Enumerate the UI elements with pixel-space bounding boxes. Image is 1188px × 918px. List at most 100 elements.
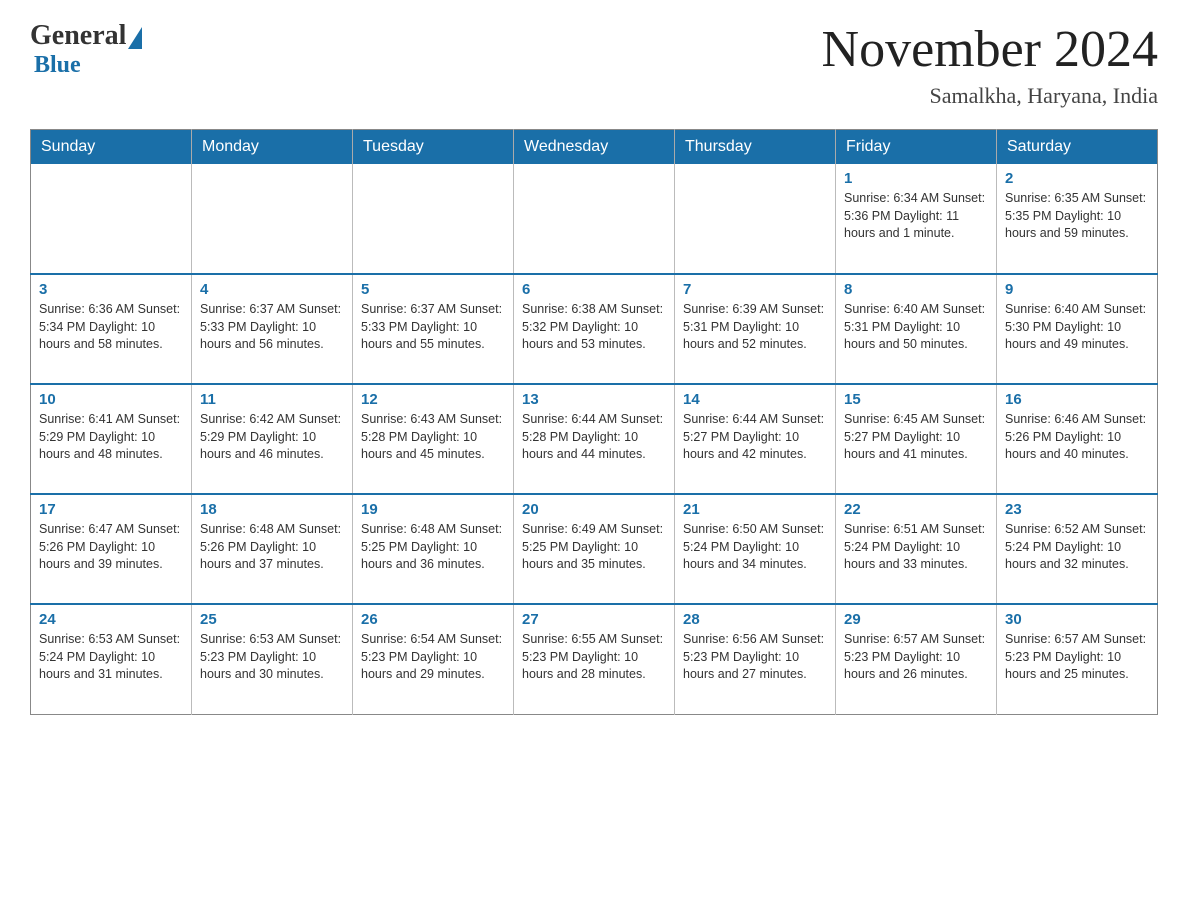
calendar-week-row: 10 Sunrise: 6:41 AM Sunset: 5:29 PM Dayli…: [31, 384, 1158, 494]
day-info: Sunrise: 6:38 AM Sunset: 5:32 PM Dayligh…: [522, 301, 666, 354]
day-info: Sunrise: 6:35 AM Sunset: 5:35 PM Dayligh…: [1005, 190, 1149, 243]
day-number: 6: [522, 281, 666, 298]
day-info: Sunrise: 6:43 AM Sunset: 5:28 PM Dayligh…: [361, 411, 505, 464]
calendar-cell: [31, 164, 192, 274]
calendar-cell: 18Sunrise: 6:48 AM Sunset: 5:26 PM Dayli…: [192, 494, 353, 604]
day-number: 29: [844, 611, 988, 628]
weekday-header-saturday: Saturday: [997, 130, 1158, 165]
logo: General Blue: [30, 20, 142, 79]
calendar-cell: 26 Sunrise: 6:54 AM Sunset: 5:23 PM Dayli…: [353, 604, 514, 714]
logo-triangle-icon: [128, 27, 142, 49]
day-number: 23: [1005, 501, 1149, 518]
weekday-header-tuesday: Tuesday: [353, 130, 514, 165]
day-info: Sunrise: 6:40 AM Sunset: 5:31 PM Dayligh…: [844, 301, 988, 354]
weekday-header-monday: Monday: [192, 130, 353, 165]
day-number: 4: [200, 281, 344, 298]
day-number: 13: [522, 391, 666, 408]
day-number: 5: [361, 281, 505, 298]
day-number: 14: [683, 391, 827, 408]
day-info: Sunrise: 6:41 AM Sunset: 5:29 PM Dayligh…: [39, 411, 183, 464]
calendar-week-row: 3 Sunrise: 6:36 AM Sunset: 5:34 PM Daylig…: [31, 274, 1158, 384]
day-info: Sunrise: 6:49 AM Sunset: 5:25 PM Dayligh…: [522, 521, 666, 574]
month-title: November 2024: [822, 20, 1158, 79]
weekday-header-row: SundayMondayTuesdayWednesdayThursdayFrid…: [31, 130, 1158, 165]
calendar-cell: 21Sunrise: 6:50 AM Sunset: 5:24 PM Dayli…: [675, 494, 836, 604]
calendar-cell: 5 Sunrise: 6:37 AM Sunset: 5:33 PM Daylig…: [353, 274, 514, 384]
calendar-cell: 16 Sunrise: 6:46 AM Sunset: 5:26 PM Dayli…: [997, 384, 1158, 494]
day-number: 25: [200, 611, 344, 628]
calendar-cell: 11 Sunrise: 6:42 AM Sunset: 5:29 PM Dayli…: [192, 384, 353, 494]
weekday-header-wednesday: Wednesday: [514, 130, 675, 165]
day-number: 2: [1005, 170, 1149, 187]
calendar-cell: 12Sunrise: 6:43 AM Sunset: 5:28 PM Dayli…: [353, 384, 514, 494]
calendar-cell: 30 Sunrise: 6:57 AM Sunset: 5:23 PM Dayli…: [997, 604, 1158, 714]
day-info: Sunrise: 6:39 AM Sunset: 5:31 PM Dayligh…: [683, 301, 827, 354]
day-info: Sunrise: 6:42 AM Sunset: 5:29 PM Dayligh…: [200, 411, 344, 464]
calendar-table: SundayMondayTuesdayWednesdayThursdayFrid…: [30, 129, 1158, 715]
day-info: Sunrise: 6:55 AM Sunset: 5:23 PM Dayligh…: [522, 631, 666, 684]
weekday-header-thursday: Thursday: [675, 130, 836, 165]
calendar-cell: 3 Sunrise: 6:36 AM Sunset: 5:34 PM Daylig…: [31, 274, 192, 384]
calendar-cell: [514, 164, 675, 274]
day-info: Sunrise: 6:34 AM Sunset: 5:36 PM Dayligh…: [844, 190, 988, 243]
day-number: 9: [1005, 281, 1149, 298]
calendar-cell: 25Sunrise: 6:53 AM Sunset: 5:23 PM Dayli…: [192, 604, 353, 714]
day-number: 10: [39, 391, 183, 408]
page-header: General Blue November 2024 Samalkha, Har…: [30, 20, 1158, 109]
day-number: 1: [844, 170, 988, 187]
day-info: Sunrise: 6:37 AM Sunset: 5:33 PM Dayligh…: [200, 301, 344, 354]
day-number: 15: [844, 391, 988, 408]
day-number: 16: [1005, 391, 1149, 408]
day-info: Sunrise: 6:44 AM Sunset: 5:27 PM Dayligh…: [683, 411, 827, 464]
calendar-cell: 4 Sunrise: 6:37 AM Sunset: 5:33 PM Daylig…: [192, 274, 353, 384]
calendar-week-row: 17Sunrise: 6:47 AM Sunset: 5:26 PM Dayli…: [31, 494, 1158, 604]
calendar-cell: 7Sunrise: 6:39 AM Sunset: 5:31 PM Daylig…: [675, 274, 836, 384]
day-number: 24: [39, 611, 183, 628]
day-number: 3: [39, 281, 183, 298]
calendar-cell: 17Sunrise: 6:47 AM Sunset: 5:26 PM Dayli…: [31, 494, 192, 604]
logo-blue-text: Blue: [30, 52, 81, 79]
calendar-cell: 24 Sunrise: 6:53 AM Sunset: 5:24 PM Dayli…: [31, 604, 192, 714]
day-info: Sunrise: 6:40 AM Sunset: 5:30 PM Dayligh…: [1005, 301, 1149, 354]
location-text: Samalkha, Haryana, India: [822, 83, 1158, 109]
title-area: November 2024 Samalkha, Haryana, India: [822, 20, 1158, 109]
calendar-cell: [675, 164, 836, 274]
day-number: 11: [200, 391, 344, 408]
day-number: 20: [522, 501, 666, 518]
day-info: Sunrise: 6:46 AM Sunset: 5:26 PM Dayligh…: [1005, 411, 1149, 464]
day-info: Sunrise: 6:57 AM Sunset: 5:23 PM Dayligh…: [1005, 631, 1149, 684]
calendar-cell: [192, 164, 353, 274]
day-info: Sunrise: 6:51 AM Sunset: 5:24 PM Dayligh…: [844, 521, 988, 574]
day-info: Sunrise: 6:47 AM Sunset: 5:26 PM Dayligh…: [39, 521, 183, 574]
calendar-cell: 28Sunrise: 6:56 AM Sunset: 5:23 PM Dayli…: [675, 604, 836, 714]
calendar-cell: 1 Sunrise: 6:34 AM Sunset: 5:36 PM Daylig…: [836, 164, 997, 274]
day-info: Sunrise: 6:37 AM Sunset: 5:33 PM Dayligh…: [361, 301, 505, 354]
calendar-cell: 10 Sunrise: 6:41 AM Sunset: 5:29 PM Dayli…: [31, 384, 192, 494]
logo-general-text: General: [30, 20, 126, 52]
calendar-cell: [353, 164, 514, 274]
calendar-cell: 27 Sunrise: 6:55 AM Sunset: 5:23 PM Dayli…: [514, 604, 675, 714]
day-info: Sunrise: 6:36 AM Sunset: 5:34 PM Dayligh…: [39, 301, 183, 354]
calendar-week-row: 24 Sunrise: 6:53 AM Sunset: 5:24 PM Dayli…: [31, 604, 1158, 714]
day-number: 21: [683, 501, 827, 518]
day-number: 8: [844, 281, 988, 298]
calendar-week-row: 1 Sunrise: 6:34 AM Sunset: 5:36 PM Daylig…: [31, 164, 1158, 274]
day-number: 19: [361, 501, 505, 518]
calendar-cell: 14 Sunrise: 6:44 AM Sunset: 5:27 PM Dayli…: [675, 384, 836, 494]
day-info: Sunrise: 6:54 AM Sunset: 5:23 PM Dayligh…: [361, 631, 505, 684]
day-number: 28: [683, 611, 827, 628]
day-number: 30: [1005, 611, 1149, 628]
weekday-header-friday: Friday: [836, 130, 997, 165]
day-number: 18: [200, 501, 344, 518]
day-info: Sunrise: 6:44 AM Sunset: 5:28 PM Dayligh…: [522, 411, 666, 464]
calendar-cell: 15 Sunrise: 6:45 AM Sunset: 5:27 PM Dayli…: [836, 384, 997, 494]
day-number: 26: [361, 611, 505, 628]
calendar-cell: 22Sunrise: 6:51 AM Sunset: 5:24 PM Dayli…: [836, 494, 997, 604]
day-info: Sunrise: 6:48 AM Sunset: 5:25 PM Dayligh…: [361, 521, 505, 574]
day-info: Sunrise: 6:53 AM Sunset: 5:24 PM Dayligh…: [39, 631, 183, 684]
weekday-header-sunday: Sunday: [31, 130, 192, 165]
calendar-cell: 2 Sunrise: 6:35 AM Sunset: 5:35 PM Daylig…: [997, 164, 1158, 274]
calendar-cell: 8 Sunrise: 6:40 AM Sunset: 5:31 PM Daylig…: [836, 274, 997, 384]
day-info: Sunrise: 6:45 AM Sunset: 5:27 PM Dayligh…: [844, 411, 988, 464]
day-number: 27: [522, 611, 666, 628]
